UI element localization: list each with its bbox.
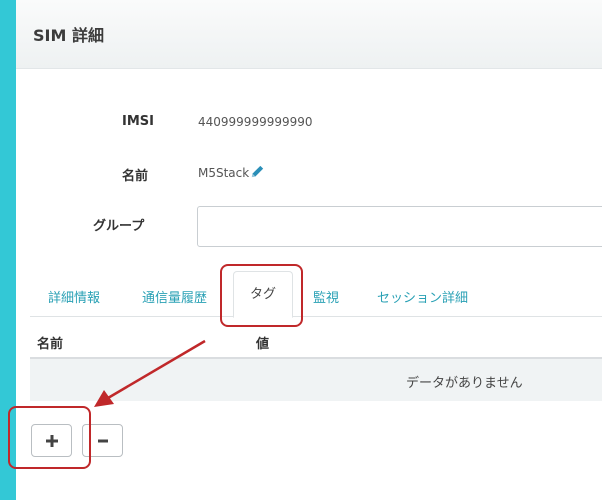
tab-session-details[interactable]: セッション詳細: [377, 287, 468, 306]
pencil-icon[interactable]: [249, 163, 266, 180]
imsi-value: 440999999999990: [198, 115, 313, 129]
minus-icon: [97, 439, 108, 442]
imsi-label: IMSI: [122, 114, 154, 129]
button-highlight-annotation: [8, 406, 91, 469]
tab-highlight-annotation: [220, 264, 303, 327]
tab-monitoring[interactable]: 監視: [313, 287, 339, 306]
page-title: SIM 詳細: [33, 26, 104, 45]
column-header-value: 値: [256, 337, 270, 352]
column-header-name: 名前: [37, 337, 64, 352]
modal-header: SIM 詳細: [16, 0, 602, 69]
table-row: データがありません: [30, 359, 602, 401]
empty-message: データがありません: [406, 376, 523, 391]
tabs-divider: [30, 316, 602, 317]
tab-traffic-history[interactable]: 通信量履歴: [142, 287, 207, 306]
name-label: 名前: [122, 169, 149, 184]
tab-details[interactable]: 詳細情報: [48, 287, 100, 306]
group-label: グループ: [93, 219, 145, 234]
name-value: M5Stack: [198, 166, 250, 180]
group-input[interactable]: [197, 206, 602, 247]
